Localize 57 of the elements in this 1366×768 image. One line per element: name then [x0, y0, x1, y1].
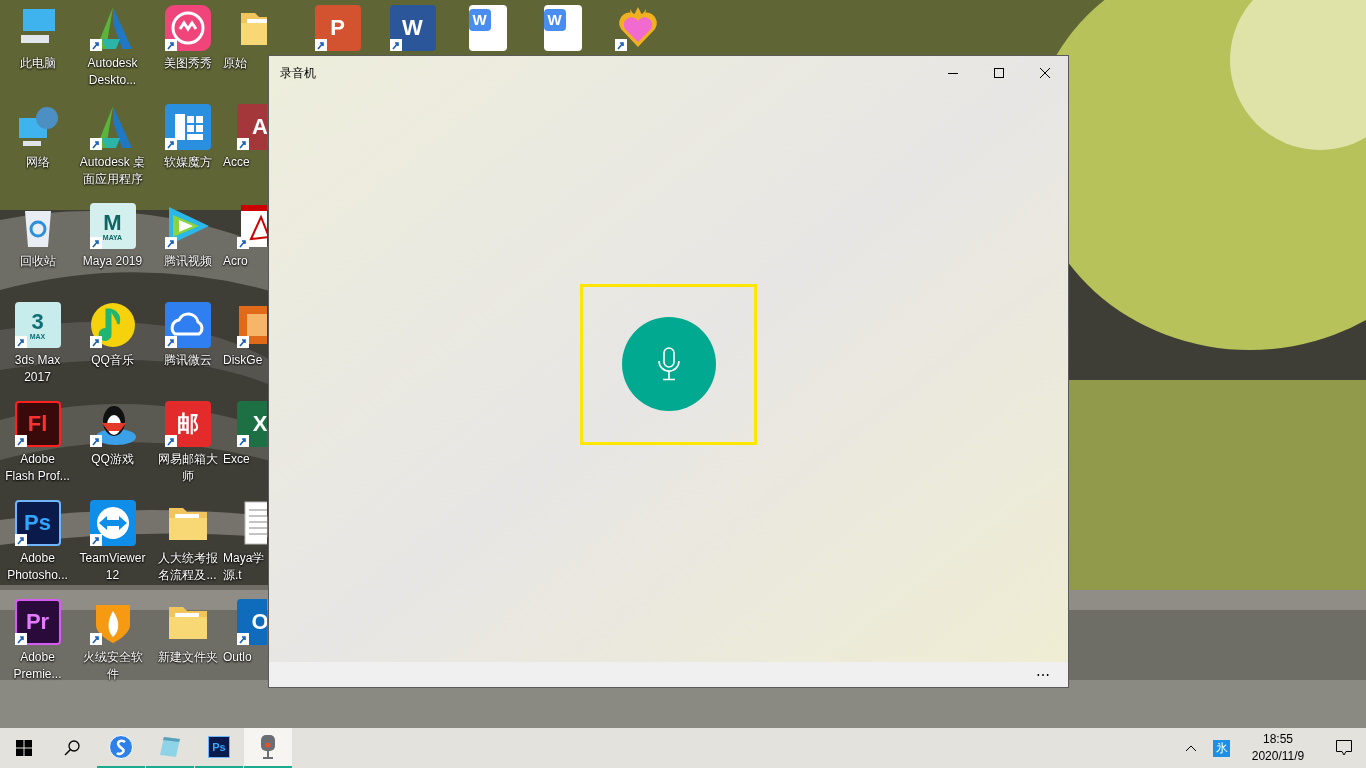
minimize-icon — [948, 72, 958, 74]
icon-label[interactable]: 3ds Max 2017 — [4, 352, 71, 386]
icon-label[interactable]: Maya学源.t — [223, 550, 267, 584]
app-icon: A — [237, 104, 267, 150]
photoshop-icon: Ps — [208, 736, 230, 758]
icon-label[interactable]: Acro — [223, 253, 267, 270]
window-title: 录音机 — [280, 65, 316, 82]
icon-label[interactable]: TeamViewer 12 — [79, 550, 146, 584]
icon-label[interactable]: Acce — [223, 154, 267, 171]
app-icon: Ps — [14, 500, 61, 546]
icon-label[interactable]: 原始 — [223, 55, 267, 72]
app-icon: W — [389, 5, 436, 51]
icon-label[interactable]: 腾讯视频 — [154, 253, 221, 270]
icon-label[interactable]: 腾讯微云 — [154, 352, 221, 369]
close-icon — [1040, 68, 1050, 78]
microphone-icon — [656, 347, 681, 381]
app-icon: Pr — [14, 599, 61, 645]
search-icon — [64, 740, 80, 756]
icon-label[interactable]: 软媒魔方 — [154, 154, 221, 171]
icon-label[interactable]: Autodesk Deskto... — [79, 55, 146, 89]
microphone-icon — [260, 734, 276, 760]
icon-label[interactable]: QQ游戏 — [79, 451, 146, 468]
chevron-up-icon — [1185, 744, 1197, 752]
icon-label[interactable]: 回收站 — [4, 253, 71, 270]
icon-label[interactable]: 美图秀秀 — [154, 55, 221, 72]
icon-label[interactable]: 网易邮箱大师 — [154, 451, 221, 485]
app-icon: 邮 — [164, 401, 211, 447]
icon-label[interactable]: Adobe Photosho... — [4, 550, 71, 584]
icon-label[interactable]: Autodesk 桌面应用程序 — [79, 154, 146, 188]
icon-label[interactable]: 新建文件夹 — [154, 649, 221, 666]
clock[interactable]: 18:55 2020/11/9 — [1246, 731, 1310, 765]
app-icon: Fl — [14, 401, 61, 447]
clock-date: 2020/11/9 — [1251, 748, 1305, 765]
app-icon: X — [237, 401, 267, 447]
icon-label[interactable]: 此电脑 — [4, 55, 71, 72]
taskbar-app[interactable]: Ps — [195, 728, 243, 768]
icon-label[interactable]: QQ音乐 — [79, 352, 146, 369]
app-icon: P — [314, 5, 361, 51]
icon-label[interactable]: Maya 2019 — [79, 253, 146, 270]
taskbar-app[interactable] — [244, 728, 292, 768]
windows-icon — [16, 740, 32, 756]
icon-label[interactable]: 网络 — [4, 154, 71, 171]
icon-label[interactable]: 人大统考报名流程及... — [154, 550, 221, 584]
maximize-icon — [994, 68, 1004, 78]
icon-label[interactable]: DiskGe — [223, 352, 267, 369]
notification-icon — [1336, 740, 1352, 756]
icon-label[interactable]: Outlo — [223, 649, 267, 666]
icon-label[interactable]: Adobe Flash Prof... — [4, 451, 71, 485]
clock-time: 18:55 — [1263, 731, 1293, 748]
notepad-icon — [158, 735, 182, 759]
icon-label[interactable]: Adobe Premie... — [4, 649, 71, 683]
s-logo-icon — [109, 735, 133, 759]
input-method-button[interactable]: 氷 — [1213, 739, 1230, 757]
icon-label[interactable]: 火绒安全软件 — [79, 649, 146, 683]
icon-label[interactable]: Exce — [223, 451, 267, 468]
app-icon: O — [237, 599, 267, 645]
more-button[interactable]: ⋯ — [1036, 667, 1050, 682]
